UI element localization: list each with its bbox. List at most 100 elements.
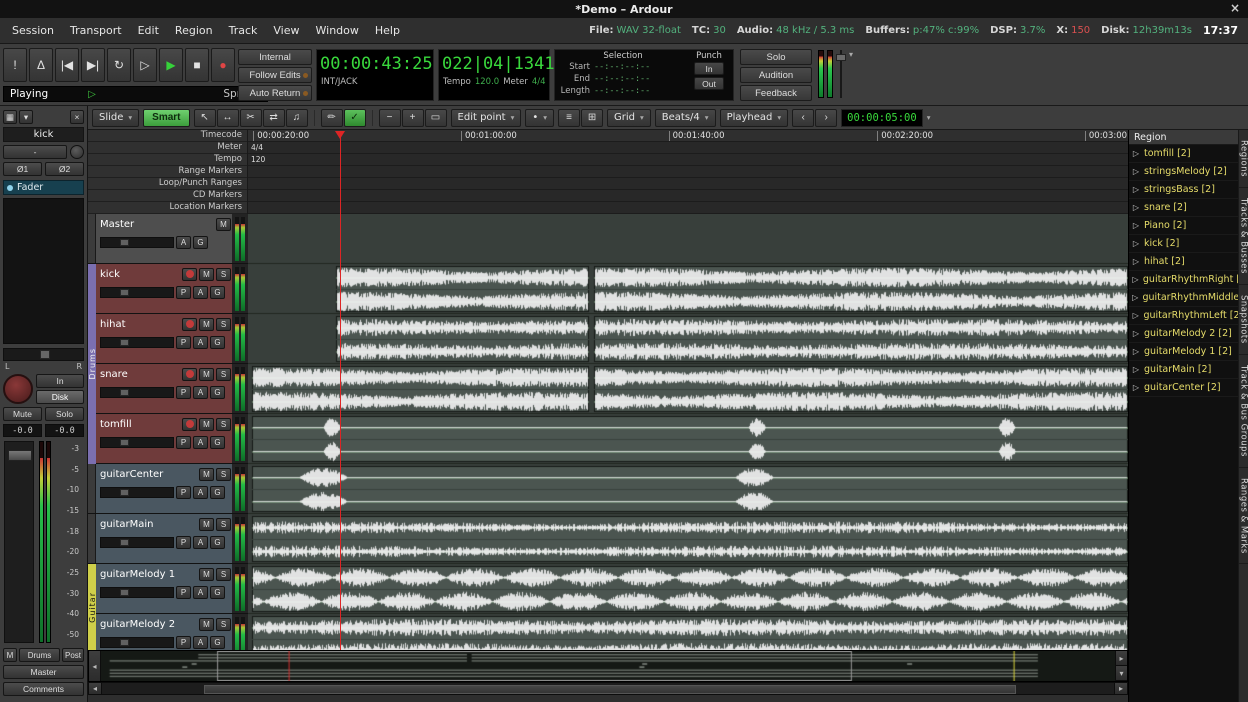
g-button[interactable]: G [193, 236, 208, 249]
region-list-item[interactable]: ▷guitarMain [2] [1129, 361, 1238, 379]
nudge-backward-button[interactable]: ‹ [792, 109, 814, 127]
monitor-disk-button[interactable]: Disk [36, 390, 84, 404]
gain-fader[interactable] [4, 441, 34, 643]
ruler-lane-tempo[interactable]: 120 [248, 154, 1128, 166]
s-button[interactable]: S [216, 368, 231, 381]
a-button[interactable]: A [193, 536, 208, 549]
feedback-button[interactable]: Feedback [740, 85, 812, 101]
menu-track[interactable]: Track [221, 24, 266, 37]
ruler-lane-loop-punch-ranges[interactable] [248, 178, 1128, 190]
disclosure-icon[interactable]: ▷ [1131, 275, 1140, 284]
g-button[interactable]: G [210, 336, 225, 349]
internal-edit-tool-button[interactable]: ✓ [344, 109, 366, 127]
region-list-item[interactable]: ▷snare [2] [1129, 199, 1238, 217]
summary-scroll-left-icon[interactable]: ◂ [89, 651, 101, 681]
pan-slider[interactable] [3, 348, 84, 361]
m-button[interactable]: M [199, 518, 214, 531]
processor-fader-entry[interactable]: Fader [3, 180, 84, 195]
punch-in-button[interactable]: In [694, 62, 724, 75]
zoom-in-button[interactable]: + [402, 109, 424, 127]
g-button[interactable]: G [210, 636, 225, 649]
strip-caret-icon[interactable]: ▾ [19, 110, 33, 124]
primary-clock-time[interactable]: 00:00:43:25 [317, 50, 433, 75]
region-list-item[interactable]: ▷kick [2] [1129, 235, 1238, 253]
disclosure-icon[interactable]: ▷ [1131, 167, 1141, 176]
meter-marker[interactable]: 4/4 [251, 143, 263, 153]
menu-edit[interactable]: Edit [130, 24, 167, 37]
master-button[interactable]: Master [3, 665, 84, 679]
nudge-clock-caret-icon[interactable]: ▾ [927, 113, 931, 122]
disclosure-icon[interactable]: ▷ [1131, 383, 1141, 392]
m-button[interactable]: M [199, 568, 214, 581]
s-button[interactable]: S [216, 618, 231, 631]
g-button[interactable]: G [210, 536, 225, 549]
edit-mode-select[interactable]: Slide▾ [92, 109, 139, 127]
disclosure-icon[interactable]: ▷ [1131, 257, 1141, 266]
zoom-out-button[interactable]: − [379, 109, 401, 127]
group-strip-drums[interactable]: Drums [88, 264, 96, 464]
track-header-tomfill[interactable]: tomfillMSPAG [88, 414, 248, 464]
trim-knob[interactable] [70, 145, 84, 159]
p-button[interactable]: P [176, 386, 191, 399]
region-list-item[interactable]: ▷guitarMelody 1 [2] [1129, 343, 1238, 361]
play-selection-button[interactable]: ▷ [133, 48, 157, 82]
gain-display[interactable]: -0.0 [3, 424, 42, 437]
a-button[interactable]: A [193, 636, 208, 649]
p-button[interactable]: P [176, 336, 191, 349]
track-gain-fader[interactable] [100, 337, 174, 348]
solo-button[interactable]: Solo [740, 49, 812, 65]
phase-1-button[interactable]: Ø1 [3, 162, 42, 176]
side-tab-track-bus-groups[interactable]: Track & Bus Groups [1239, 355, 1248, 468]
region-list-item[interactable]: ▷stringsBass [2] [1129, 181, 1238, 199]
region-list-header[interactable]: Region [1129, 130, 1238, 145]
play-button[interactable]: ▶ [159, 48, 183, 82]
sound-notes-button[interactable]: ≡ [558, 109, 580, 127]
gain-mode-button[interactable]: - [3, 145, 67, 159]
strip-menu-icon[interactable]: ▦ [3, 110, 17, 124]
g-button[interactable]: G [210, 436, 225, 449]
grid-unit-select[interactable]: Beats/4▾ [655, 109, 716, 127]
grid-mode-select[interactable]: Grid▾ [607, 109, 651, 127]
m-button[interactable]: M [199, 368, 214, 381]
p-button[interactable]: P [176, 586, 191, 599]
playhead-marker-icon[interactable] [335, 131, 345, 139]
side-tab-snapshots[interactable]: Snapshots [1239, 285, 1248, 355]
disclosure-icon[interactable]: ▷ [1131, 293, 1139, 302]
secondary-clock[interactable]: 022|04|1341 Tempo 120.0 Meter 4/4 [438, 49, 550, 101]
region-list-item[interactable]: ▷guitarMelody 2 [2] [1129, 325, 1238, 343]
menu-view[interactable]: View [265, 24, 307, 37]
ruler-label-cd-markers[interactable]: CD Markers [88, 190, 247, 202]
a-button[interactable]: A [193, 286, 208, 299]
disclosure-icon[interactable]: ▷ [1131, 365, 1141, 374]
track-gain-fader[interactable] [100, 487, 174, 498]
track-header-guitarmelody-2[interactable]: guitarMelody 2MSPAG [88, 614, 248, 650]
track-header-hihat[interactable]: hihatMSPAG [88, 314, 248, 364]
loop-button[interactable]: ↻ [107, 48, 131, 82]
side-tab-ranges-marks[interactable]: Ranges & Marks [1239, 468, 1248, 565]
a-button[interactable]: A [193, 486, 208, 499]
track-header-snare[interactable]: snareMSPAG [88, 364, 248, 414]
track-header-guitarmain[interactable]: guitarMainMSPAG [88, 514, 248, 564]
disclosure-icon[interactable]: ▷ [1131, 203, 1141, 212]
summary-canvas[interactable] [101, 651, 1115, 681]
record-enable-button[interactable] [182, 318, 197, 331]
record-enable-button[interactable] [182, 418, 197, 431]
layer-mode-button[interactable]: ⊞ [581, 109, 603, 127]
region-list-item[interactable]: ▷guitarRhythmLeft [2] [1129, 307, 1238, 325]
meter-value[interactable]: 4/4 [532, 77, 546, 87]
s-button[interactable]: S [216, 468, 231, 481]
disclosure-icon[interactable]: ▷ [1131, 221, 1141, 230]
track-gain-fader[interactable] [100, 587, 174, 598]
go-to-start-button[interactable]: |◀ [55, 48, 79, 82]
m-button[interactable]: M [199, 318, 214, 331]
summary-scroll-down-icon[interactable]: ▾ [1116, 666, 1127, 681]
zoom-fit-button[interactable]: ▭ [425, 109, 447, 127]
strip-tab-m[interactable]: M [3, 648, 17, 662]
hscroll-thumb[interactable] [204, 685, 1016, 694]
track-header-kick[interactable]: kickMSPAG [88, 264, 248, 314]
monitor-input-button[interactable]: In [36, 374, 84, 388]
range-tool-button[interactable]: ↔ [217, 109, 239, 127]
region-list-item[interactable]: ▷stringsMelody [2] [1129, 163, 1238, 181]
region-list-item[interactable]: ▷hihat [2] [1129, 253, 1238, 271]
mute-button[interactable]: Mute [3, 407, 42, 421]
